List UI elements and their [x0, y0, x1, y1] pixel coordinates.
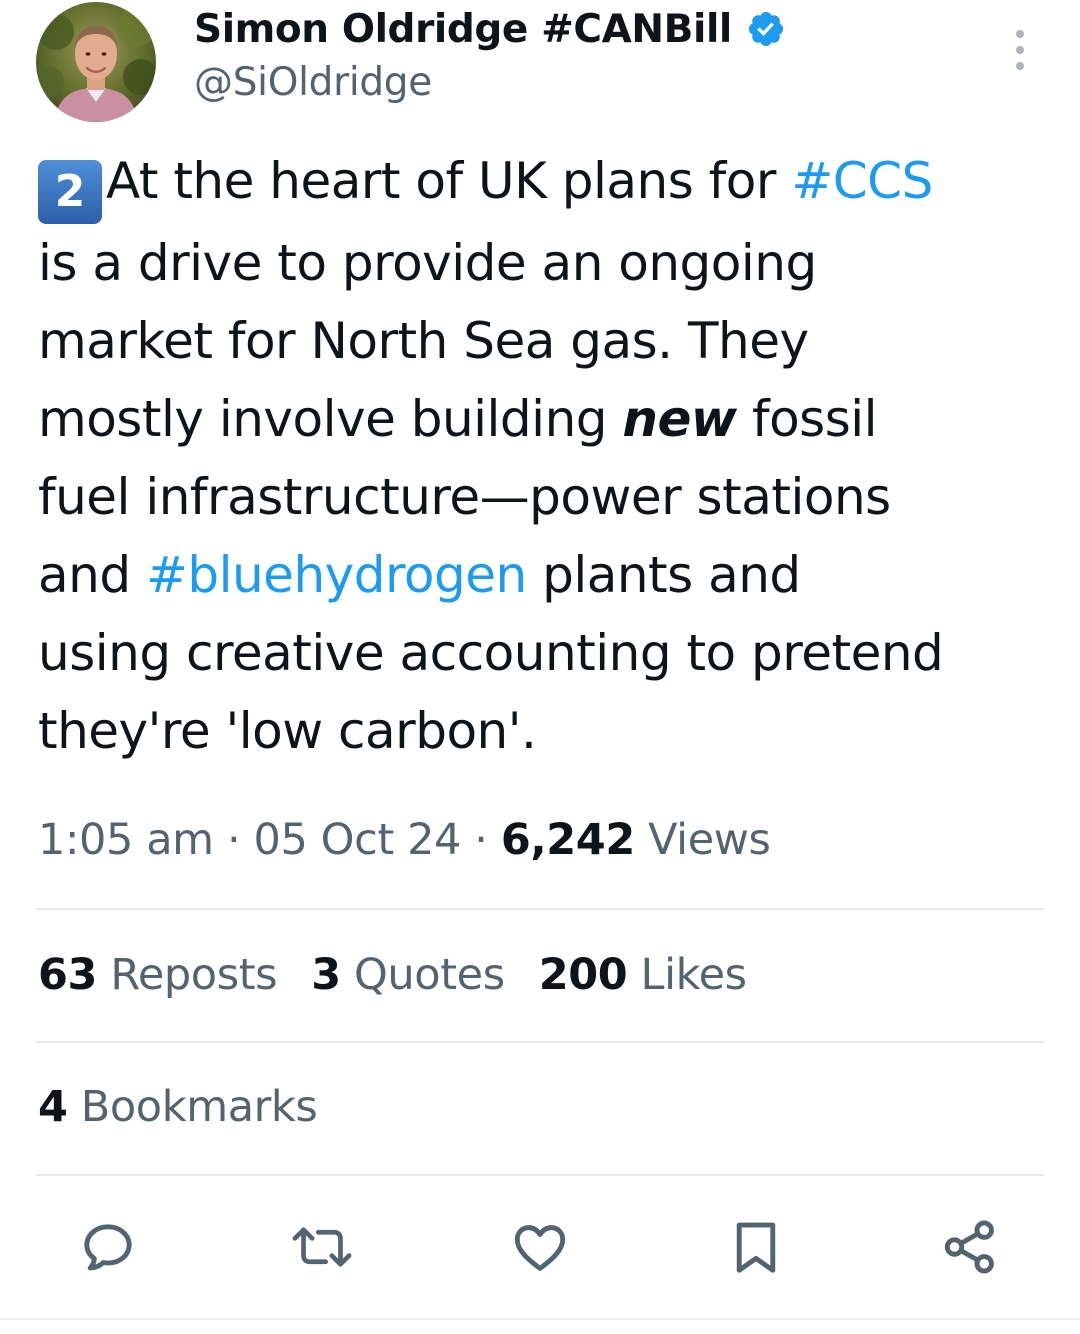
heart-icon — [514, 1225, 566, 1271]
like-button[interactable] — [508, 1215, 572, 1279]
bottom-divider — [0, 1318, 1080, 1320]
likes-label: Likes — [627, 950, 748, 1000]
hashtag-link-bluehydrogen[interactable]: #bluehydrogen — [146, 546, 527, 604]
divider — [36, 1041, 1044, 1043]
user-handle[interactable]: @SiOldridge — [194, 60, 432, 105]
verified-badge-icon — [748, 11, 783, 47]
reposts-count: 63 — [38, 950, 98, 1000]
tweet-time[interactable]: 1:05 am — [38, 815, 214, 865]
bookmarks-label: Bookmarks — [67, 1082, 318, 1132]
display-name[interactable]: Simon Oldridge #CANBill — [194, 7, 732, 52]
quotes-stat[interactable]: 3 Quotes — [311, 950, 505, 1000]
likes-stat[interactable]: 200 Likes — [539, 950, 747, 1000]
bookmarks-count: 4 — [38, 1082, 68, 1132]
divider — [36, 908, 1044, 910]
share-button[interactable] — [938, 1215, 1002, 1279]
share-nodes-icon — [944, 1220, 994, 1274]
reply-button[interactable] — [76, 1215, 140, 1279]
tweet-text-emphasis: new — [622, 390, 737, 448]
bookmarks-stat[interactable]: 4 Bookmarks — [38, 1082, 318, 1132]
hashtag-link-ccs[interactable]: #CCS — [791, 152, 933, 210]
keycap-number-icon: 2 — [38, 160, 102, 224]
profile-photo — [36, 2, 156, 122]
views-label: Views — [634, 815, 771, 865]
meta-separator: · — [213, 815, 254, 865]
engagement-stats: 63 Reposts 3 Quotes 200 Likes — [38, 950, 781, 1000]
reposts-stat[interactable]: 63 Reposts — [38, 950, 278, 1000]
avatar[interactable] — [36, 2, 156, 122]
quotes-label: Quotes — [340, 950, 505, 1000]
bookmark-icon — [736, 1222, 776, 1273]
repost-button[interactable] — [290, 1215, 354, 1279]
tweet-meta: 1:05 am · 05 Oct 24 · 6,242 Views — [38, 815, 771, 865]
quotes-count: 3 — [311, 950, 341, 1000]
views-count: 6,242 — [500, 815, 635, 865]
tweet-text: 2 At the heart of UK plans for #CCS is a … — [38, 142, 1048, 770]
tweet-text-segment: At the heart of UK plans for — [106, 152, 792, 210]
divider — [36, 1174, 1044, 1176]
likes-count: 200 — [538, 950, 628, 1000]
more-options-icon[interactable] — [1008, 28, 1032, 72]
speech-bubble-icon — [84, 1224, 132, 1271]
bookmark-button[interactable] — [724, 1215, 788, 1279]
tweet-date[interactable]: 05 Oct 24 — [253, 815, 461, 865]
repost-arrows-icon — [292, 1227, 352, 1267]
reposts-label: Reposts — [97, 950, 278, 1000]
meta-separator: · — [461, 815, 501, 865]
display-name-row[interactable]: Simon Oldridge #CANBill — [194, 2, 786, 56]
